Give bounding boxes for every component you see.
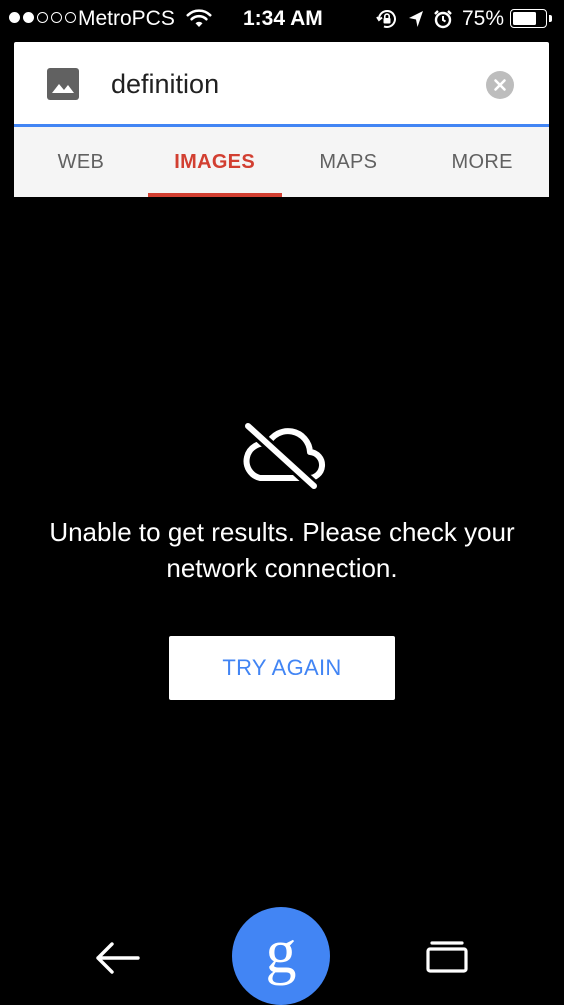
- location-arrow-icon: [409, 11, 423, 27]
- battery-icon: [510, 9, 547, 28]
- image-icon[interactable]: [47, 68, 79, 100]
- clear-search-button[interactable]: [486, 71, 514, 99]
- carrier-name: MetroPCS: [78, 7, 175, 30]
- search-input[interactable]: [111, 62, 471, 106]
- tab-maps[interactable]: MAPS: [282, 127, 416, 197]
- signal-strength: [9, 12, 76, 23]
- tab-web-label: WEB: [57, 150, 105, 173]
- try-again-button[interactable]: TRY AGAIN: [169, 636, 395, 700]
- tab-maps-label: MAPS: [319, 150, 378, 173]
- google-search-button[interactable]: g: [232, 907, 330, 1005]
- search-tabs: WEB IMAGES MAPS MORE: [14, 127, 549, 197]
- battery-level: [513, 12, 537, 25]
- tab-images-label: IMAGES: [174, 150, 255, 173]
- cloud-off-icon: [243, 421, 325, 490]
- status-bar: MetroPCS 1:34 AM 75%: [0, 0, 564, 38]
- error-message: Unable to get results. Please check your…: [49, 517, 515, 583]
- signal-dot: [37, 12, 48, 23]
- signal-dot: [51, 12, 62, 23]
- search-bar: [14, 42, 549, 124]
- signal-dot: [65, 12, 76, 23]
- tab-web[interactable]: WEB: [14, 127, 148, 197]
- tab-images[interactable]: IMAGES: [147, 127, 282, 197]
- recents-icon[interactable]: [425, 940, 469, 974]
- wifi-icon: [186, 9, 212, 27]
- alarm-icon: [434, 10, 452, 29]
- back-arrow-icon[interactable]: [94, 940, 140, 976]
- tab-more[interactable]: MORE: [415, 127, 549, 197]
- search-card: WEB IMAGES MAPS MORE: [14, 42, 549, 197]
- rotation-lock-icon: [376, 10, 396, 28]
- active-tab-indicator: [147, 193, 282, 197]
- google-logo: g: [265, 918, 297, 986]
- signal-dot: [9, 12, 20, 23]
- status-time: 1:34 AM: [243, 7, 323, 30]
- battery-percentage: 75%: [462, 7, 505, 30]
- clear-icon: [494, 79, 506, 91]
- tab-more-label: MORE: [451, 150, 513, 173]
- try-again-label: TRY AGAIN: [222, 655, 342, 680]
- battery-tip: [549, 15, 552, 22]
- signal-dot: [23, 12, 34, 23]
